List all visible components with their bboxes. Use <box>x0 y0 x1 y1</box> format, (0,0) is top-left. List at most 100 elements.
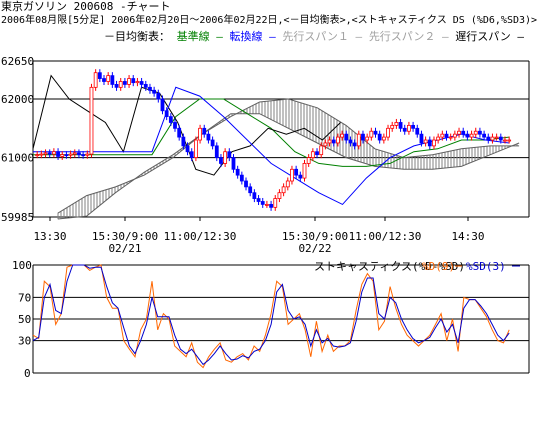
candle-body <box>185 145 190 153</box>
candle-body <box>386 127 390 138</box>
candle-body <box>427 139 432 147</box>
candle-body <box>411 124 415 129</box>
candle-body <box>336 136 340 144</box>
candle-body <box>432 139 436 147</box>
candle-body <box>285 180 290 188</box>
candle-body <box>465 133 470 138</box>
y-tick-label-stoch: 50 <box>18 313 31 326</box>
chikou-line <box>32 74 341 176</box>
candle-body <box>344 133 349 141</box>
candle-body <box>369 130 374 138</box>
candle-body <box>198 127 202 141</box>
stoch-legend-pctSD: %SD(3) <box>466 260 506 273</box>
candle-body <box>331 139 336 144</box>
candle-body <box>235 168 240 176</box>
candle-body <box>77 152 81 156</box>
candle-body <box>302 163 307 179</box>
candle-body <box>340 133 344 138</box>
candle-body <box>494 136 499 139</box>
candle-body <box>457 130 461 135</box>
candle-body <box>85 153 90 156</box>
candle-body <box>323 142 328 147</box>
candle-body <box>269 204 273 208</box>
candle-body <box>407 124 411 132</box>
candle-body <box>202 127 207 135</box>
candle-body <box>97 72 102 79</box>
candle-body <box>181 136 186 147</box>
x-tick-label-date: 02/21 <box>108 242 141 255</box>
candle-body <box>423 139 428 144</box>
candle-body <box>206 133 211 141</box>
span-b-line <box>57 113 520 220</box>
candle-body <box>473 130 478 135</box>
candle-body <box>47 152 52 155</box>
y-tick-label-main: 61000 <box>1 152 34 165</box>
candle-body <box>419 133 424 144</box>
span-a-line <box>57 98 520 214</box>
candle-body <box>168 116 173 123</box>
candle-body <box>315 151 319 156</box>
candle-body <box>139 81 144 85</box>
candle-body <box>381 136 386 141</box>
candle-body <box>498 136 503 141</box>
candle-body <box>122 81 127 85</box>
candle-body <box>43 152 48 155</box>
candle-body <box>81 154 86 157</box>
candle-body <box>60 154 65 157</box>
candle-body <box>127 78 131 85</box>
candle-body <box>503 139 507 142</box>
candle-body <box>106 75 111 82</box>
y-tick-label-main: 62650 <box>1 55 34 68</box>
candle-body <box>507 139 512 142</box>
candle-body <box>114 84 119 88</box>
candle-body <box>72 152 77 155</box>
candle-body <box>256 198 261 202</box>
candle-body <box>478 130 482 135</box>
candle-body <box>352 142 357 147</box>
candle-body <box>135 81 140 84</box>
candle-body <box>482 133 486 138</box>
candle-body <box>461 130 466 135</box>
candle-body <box>319 145 324 156</box>
candle-body <box>173 122 177 129</box>
candle-body <box>373 130 378 135</box>
candle-body <box>290 168 294 182</box>
candle-body <box>193 139 198 158</box>
candle-body <box>131 78 136 84</box>
x-tick-label-date: 02/22 <box>298 242 331 255</box>
candle-body <box>448 136 453 139</box>
candle-body <box>277 192 282 199</box>
candle-body <box>239 174 244 182</box>
candle-body <box>68 153 73 156</box>
candle-body <box>281 186 286 194</box>
candle-body <box>248 186 253 194</box>
x-tick-label-time: 14:30 <box>451 230 484 243</box>
candle-body <box>273 198 278 208</box>
candle-body <box>394 122 399 126</box>
candle-body <box>327 139 332 144</box>
candle-body <box>440 133 445 138</box>
candle-body <box>210 139 215 147</box>
y-tick-label-stoch: 30 <box>18 335 31 348</box>
candle-body <box>189 151 194 158</box>
candle-body <box>214 145 219 158</box>
candle-body <box>244 180 248 188</box>
candle-body <box>156 92 161 100</box>
candle-body <box>398 122 403 129</box>
candle-body <box>348 139 353 144</box>
candle-body <box>252 192 257 199</box>
candle-body <box>89 86 94 155</box>
candle-body <box>306 157 311 164</box>
candle-body <box>110 75 115 85</box>
candle-body <box>444 133 449 138</box>
candle-body <box>35 154 40 157</box>
candle-body <box>227 151 232 158</box>
candle-body <box>361 133 365 141</box>
candle-body <box>143 84 148 88</box>
candle-body <box>452 133 457 138</box>
x-tick-label-time: 13:30 <box>33 230 66 243</box>
candle-body <box>223 151 228 164</box>
candle-body <box>265 204 269 206</box>
candle-body <box>164 110 169 118</box>
y-tick-label-main: 59985 <box>1 211 34 224</box>
